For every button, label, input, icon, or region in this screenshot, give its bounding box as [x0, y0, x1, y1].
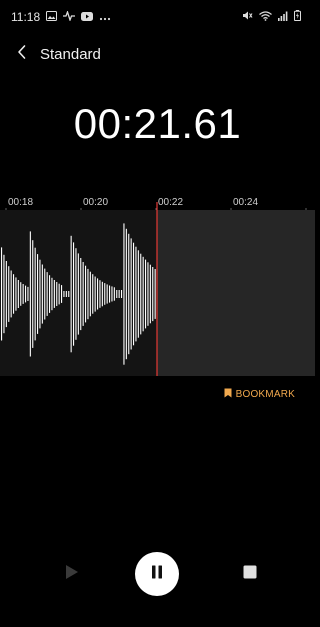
- timeline-label: 00:24: [233, 197, 258, 208]
- waveform-bar: [8, 266, 10, 322]
- waveform-bar: [75, 248, 77, 340]
- waveform-bar: [125, 228, 127, 360]
- waveform-bar: [58, 283, 60, 305]
- waveform-bar: [99, 280, 101, 308]
- waveform-bar: [109, 285, 111, 303]
- waveform-bar: [32, 240, 34, 348]
- waveform-bar: [121, 290, 123, 298]
- waveform-bar: [51, 277, 53, 311]
- waveform-bar: [113, 287, 115, 301]
- waveform-bar: [94, 276, 96, 312]
- waveform-bar: [22, 284, 24, 304]
- waveform-bar: [154, 269, 156, 319]
- waveform-bar: [104, 283, 106, 305]
- waveform-bar: [20, 282, 22, 306]
- waveform-bar: [130, 238, 132, 350]
- pause-icon: [151, 565, 163, 584]
- waveform-bar: [41, 264, 43, 324]
- waveform-bar: [49, 275, 51, 313]
- waveform-bar: [133, 242, 135, 346]
- waveform-bar: [87, 268, 89, 320]
- waveform-bar: [92, 274, 94, 314]
- wifi-icon: [259, 8, 272, 26]
- waveform-bar: [44, 268, 46, 320]
- status-time: 11:18: [11, 10, 41, 24]
- waveform-bar: [39, 259, 41, 329]
- activity-icon: [63, 9, 76, 24]
- waveform-bar: [85, 265, 87, 323]
- waveform-svg: 00:18 00:20 00:22 00:24: [0, 190, 315, 376]
- waveform-bar: [123, 223, 125, 365]
- bookmark-icon: [224, 388, 232, 401]
- waveform-bar: [15, 277, 17, 311]
- bookmark-button[interactable]: BOOKMARK: [224, 388, 295, 401]
- waveform-bar: [140, 253, 142, 335]
- waveform-timeline[interactable]: 00:18 00:20 00:22 00:24: [0, 190, 315, 376]
- waveform-bar: [101, 281, 103, 307]
- waveform-bar: [34, 247, 36, 341]
- page-title: Standard: [40, 45, 101, 63]
- playback-controls: [0, 552, 315, 596]
- signal-icon: [278, 8, 288, 26]
- waveform-bar: [147, 262, 149, 326]
- timeline-label: 00:22: [158, 197, 183, 208]
- waveform-bar: [63, 291, 65, 297]
- status-right: [242, 8, 301, 26]
- waveform-bar: [56, 282, 58, 306]
- waveform-bar: [1, 247, 3, 341]
- waveform-bar: [135, 246, 137, 342]
- waveform-bar: [25, 285, 27, 303]
- future-area: [157, 210, 315, 376]
- stop-icon: [243, 565, 257, 584]
- waveform-bar: [10, 270, 12, 318]
- waveform-bar: [53, 280, 55, 308]
- play-icon: [65, 564, 79, 585]
- pause-button[interactable]: [135, 552, 179, 596]
- waveform-bar: [27, 286, 29, 301]
- status-left: 11:18: [11, 9, 111, 24]
- elapsed-timer: 00:21.61: [73, 100, 242, 147]
- waveform-bar: [5, 261, 7, 328]
- waveform-bar: [118, 290, 120, 298]
- waveform-bar: [111, 286, 113, 302]
- waveform-bar: [106, 284, 108, 304]
- waveform-bar: [152, 267, 154, 322]
- back-button[interactable]: [2, 36, 42, 72]
- status-bar: 11:18: [0, 0, 315, 34]
- waveform-bar: [46, 272, 48, 316]
- waveform-bar: [80, 258, 82, 331]
- waveform-bar: [37, 254, 39, 334]
- waveform-bar: [73, 242, 75, 346]
- waveform-bar: [89, 271, 91, 317]
- more-dots-icon: [99, 10, 111, 24]
- bookmark-label: BOOKMARK: [235, 389, 295, 400]
- waveform-bar: [97, 278, 99, 310]
- timeline-label: 00:18: [8, 197, 33, 208]
- waveform-bar: [61, 285, 63, 303]
- mute-icon: [242, 8, 253, 26]
- waveform-bar: [116, 290, 118, 298]
- waveform-bar: [137, 250, 139, 338]
- waveform-bar: [82, 262, 84, 326]
- waveform-bar: [29, 231, 31, 357]
- timeline-label: 00:20: [83, 197, 108, 208]
- waveform-bar: [13, 274, 15, 314]
- waveform-bar: [3, 254, 5, 334]
- youtube-icon: [81, 10, 94, 24]
- chevron-left-icon: [17, 44, 27, 65]
- app-header: Standard: [0, 36, 315, 72]
- image-icon: [46, 10, 58, 24]
- waveform-bar: [149, 264, 151, 324]
- waveform-bar: [17, 280, 19, 308]
- waveform-bar: [70, 235, 72, 353]
- waveform-bar: [128, 233, 130, 355]
- waveform-bar: [65, 291, 67, 297]
- waveform-bar: [68, 291, 70, 297]
- stop-button[interactable]: [238, 562, 262, 586]
- waveform-bar: [145, 259, 147, 329]
- waveform-bar: [77, 253, 79, 335]
- waveform-bar: [142, 256, 144, 332]
- play-button[interactable]: [60, 562, 84, 586]
- battery-icon: [294, 8, 301, 26]
